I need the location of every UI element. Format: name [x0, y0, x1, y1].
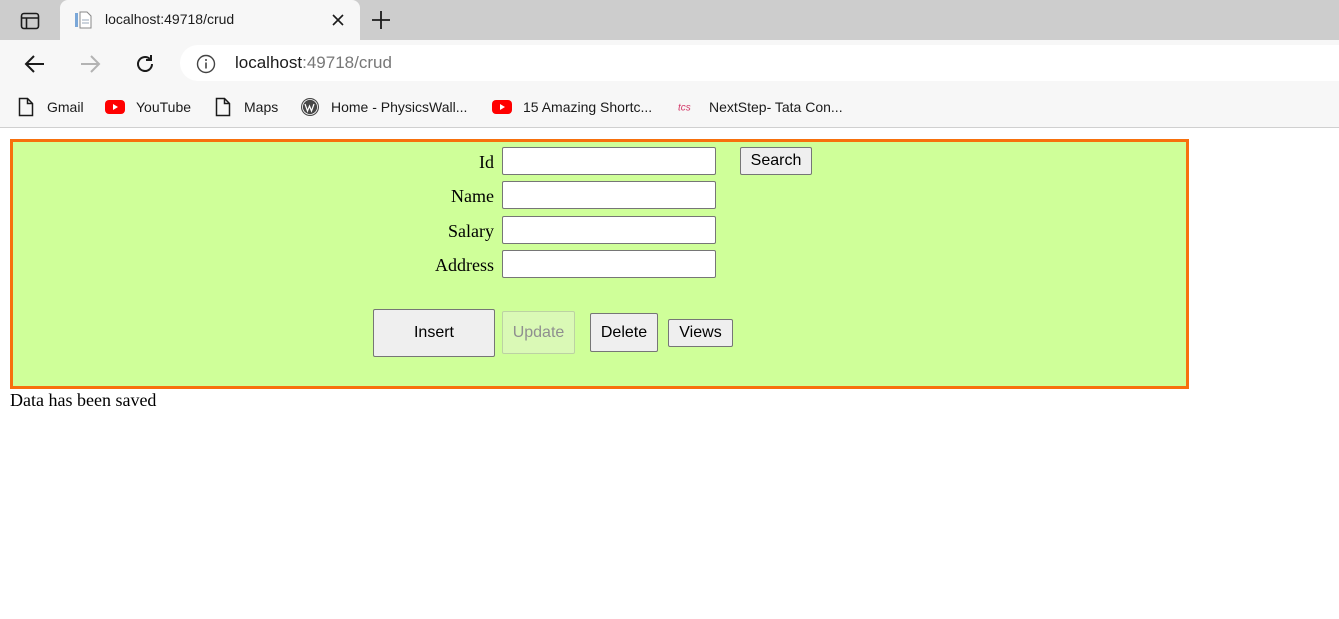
url-host: localhost	[235, 53, 303, 72]
tab-title: localhost:49718/crud	[105, 11, 235, 27]
search-button[interactable]: Search	[740, 147, 812, 175]
bookmark-label: NextStep- Tata Con...	[709, 99, 843, 115]
forward-arrow-icon[interactable]	[76, 50, 104, 78]
views-button[interactable]: Views	[668, 319, 733, 347]
delete-button[interactable]: Delete	[590, 313, 658, 352]
update-button[interactable]: Update	[502, 311, 575, 354]
id-label: Id	[479, 152, 494, 172]
url-path: :49718/crud	[302, 53, 392, 72]
youtube-icon	[105, 97, 125, 117]
close-icon[interactable]	[328, 10, 348, 30]
back-arrow-icon[interactable]	[21, 50, 49, 78]
bookmarks-bar: Gmail YouTube Maps Home - PhysicsWall...…	[0, 87, 1339, 128]
status-message: Data has been saved	[10, 390, 157, 410]
youtube-icon	[492, 97, 512, 117]
browser-toolbar: localhost:49718/crud	[0, 40, 1339, 87]
insert-button[interactable]: Insert	[373, 309, 495, 357]
name-input[interactable]	[502, 181, 716, 209]
bookmark-label: Home - PhysicsWall...	[331, 99, 468, 115]
salary-input[interactable]	[502, 216, 716, 244]
url-text[interactable]: localhost:49718/crud	[235, 53, 392, 73]
bookmark-label: 15 Amazing Shortc...	[523, 99, 653, 115]
page-favicon-icon	[74, 11, 92, 29]
page-icon	[213, 97, 233, 117]
bookmark-shortcuts[interactable]: 15 Amazing Shortc...	[492, 96, 652, 118]
id-input[interactable]	[502, 147, 716, 175]
bookmark-maps[interactable]: Maps	[213, 96, 278, 118]
bookmark-physicswallah[interactable]: Home - PhysicsWall...	[300, 96, 467, 118]
wordpress-icon	[300, 97, 320, 117]
refresh-icon[interactable]	[131, 50, 159, 78]
tcs-logo-text: tcs	[678, 103, 691, 114]
tab-actions-icon[interactable]	[14, 9, 46, 33]
bookmark-youtube[interactable]: YouTube	[105, 96, 191, 118]
crud-form-panel: Id Search Name Salary Address Insert Upd…	[10, 139, 1189, 389]
salary-label: Salary	[448, 221, 494, 241]
active-tab[interactable]: localhost:49718/crud	[60, 0, 360, 40]
new-tab-plus-icon[interactable]	[368, 7, 394, 33]
address-label: Address	[435, 255, 494, 275]
bookmark-label: Maps	[244, 99, 279, 115]
address-bar[interactable]: localhost:49718/crud	[180, 45, 1339, 81]
info-icon[interactable]	[196, 54, 216, 74]
bookmark-label: Gmail	[47, 99, 84, 115]
tcs-icon: tcs	[678, 97, 698, 117]
bookmark-label: YouTube	[136, 99, 192, 115]
address-input[interactable]	[502, 250, 716, 278]
tab-strip: localhost:49718/crud	[0, 0, 1339, 40]
bookmark-nextstep[interactable]: tcs NextStep- Tata Con...	[678, 96, 843, 118]
page-icon	[16, 97, 36, 117]
bookmark-gmail[interactable]: Gmail	[16, 96, 84, 118]
name-label: Name	[451, 186, 494, 206]
